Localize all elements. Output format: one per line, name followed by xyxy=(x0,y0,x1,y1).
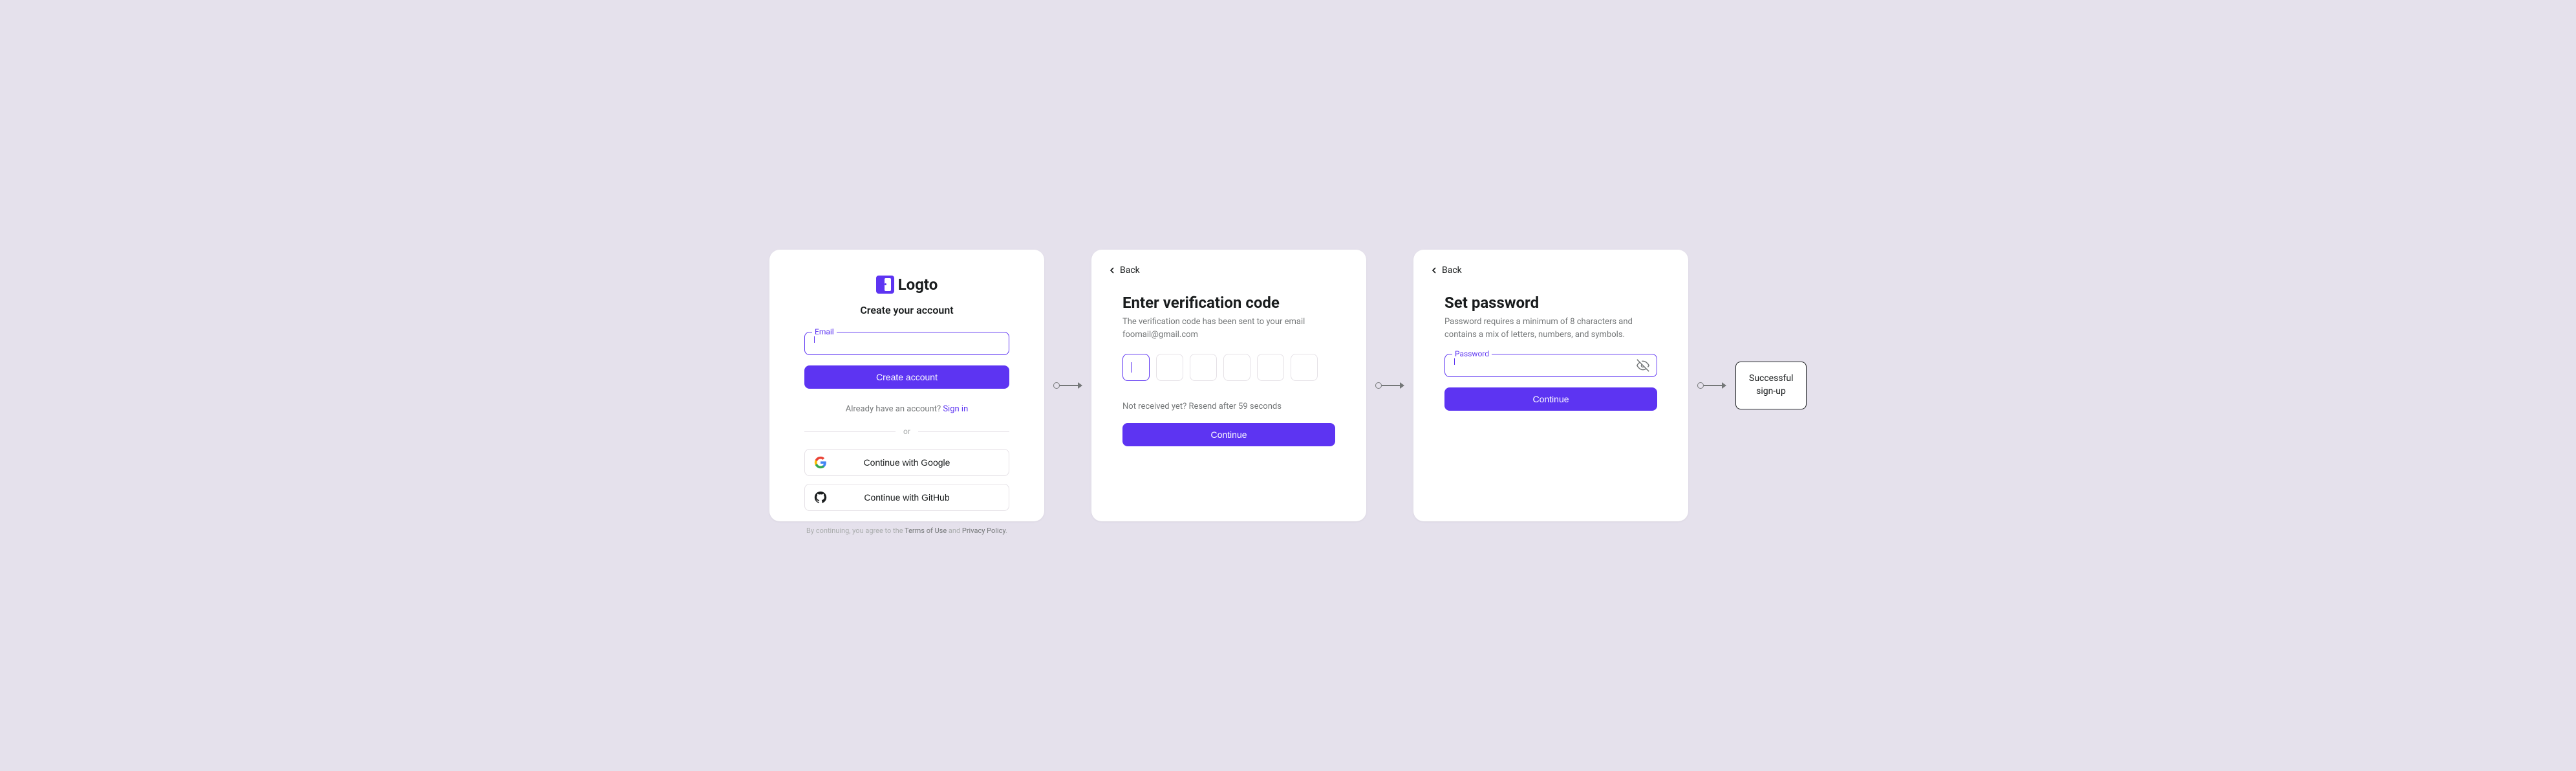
back-button[interactable]: Back xyxy=(1107,265,1140,276)
code-digit-1[interactable] xyxy=(1122,354,1150,381)
success-box: Successful sign-up xyxy=(1735,362,1807,409)
create-account-button[interactable]: Create account xyxy=(804,365,1009,389)
terms-link[interactable]: Terms of Use xyxy=(905,527,947,535)
password-description: Password requires a minimum of 8 charact… xyxy=(1444,316,1657,341)
github-signin-button[interactable]: Continue with GitHub xyxy=(804,484,1009,511)
logto-icon xyxy=(876,276,894,294)
signin-link[interactable]: Sign in xyxy=(943,404,968,414)
continue-button[interactable]: Continue xyxy=(1122,423,1335,446)
terms-text: By continuing, you agree to the Terms of… xyxy=(806,527,1007,535)
privacy-link[interactable]: Privacy Policy xyxy=(962,527,1005,535)
divider: or xyxy=(804,427,1009,436)
flow-arrow-icon xyxy=(1375,382,1404,389)
chevron-left-icon xyxy=(1107,265,1117,276)
page-title: Set password xyxy=(1444,294,1657,312)
code-digit-6[interactable] xyxy=(1291,354,1318,381)
password-input-wrapper: Password xyxy=(1444,354,1657,377)
continue-button[interactable]: Continue xyxy=(1444,387,1657,411)
code-input-group xyxy=(1122,354,1335,381)
back-button[interactable]: Back xyxy=(1429,265,1462,276)
logo: Logto xyxy=(876,276,938,294)
chevron-left-icon xyxy=(1429,265,1439,276)
email-label: Email xyxy=(812,327,837,336)
email-input-wrapper: Email xyxy=(804,332,1009,355)
eye-off-icon[interactable] xyxy=(1637,359,1649,372)
code-digit-4[interactable] xyxy=(1223,354,1250,381)
page-title: Create your account xyxy=(860,304,953,316)
page-title: Enter verification code xyxy=(1122,294,1335,312)
github-icon xyxy=(814,491,827,504)
google-icon xyxy=(814,456,827,469)
signup-flow-diagram: Logto Create your account Email Create a… xyxy=(769,250,1807,521)
logo-text: Logto xyxy=(898,276,938,294)
google-signin-button[interactable]: Continue with Google xyxy=(804,449,1009,476)
code-digit-3[interactable] xyxy=(1190,354,1217,381)
code-digit-2[interactable] xyxy=(1156,354,1183,381)
flow-arrow-icon xyxy=(1697,382,1726,389)
resend-text: Not received yet? Resend after 59 second… xyxy=(1122,402,1335,411)
password-card: Back Set password Password requires a mi… xyxy=(1413,250,1688,521)
verification-card: Back Enter verification code The verific… xyxy=(1091,250,1366,521)
code-digit-5[interactable] xyxy=(1257,354,1284,381)
password-label: Password xyxy=(1452,349,1492,358)
flow-arrow-icon xyxy=(1053,382,1082,389)
verification-description: The verification code has been sent to y… xyxy=(1122,316,1335,341)
signin-prompt: Already have an account? Sign in xyxy=(846,404,969,414)
create-account-card: Logto Create your account Email Create a… xyxy=(769,250,1044,521)
